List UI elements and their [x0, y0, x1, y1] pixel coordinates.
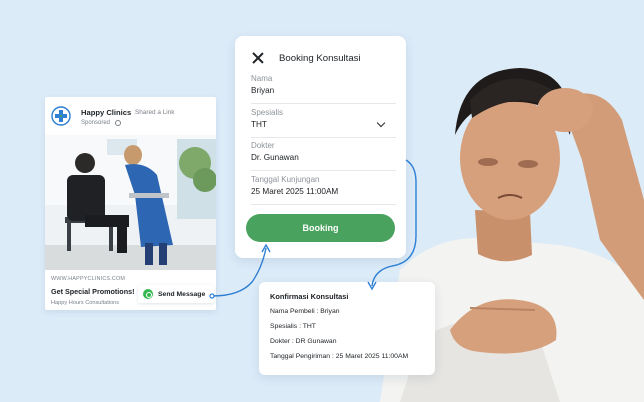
ad-subtitle: Happy Hours Consultations — [51, 300, 120, 306]
confirmation-line: Nama Pembeli : Briyan — [270, 308, 340, 315]
ad-brand-name[interactable]: Happy Clinics — [81, 108, 131, 117]
name-field[interactable]: Nama Briyan — [251, 74, 396, 104]
booking-form-card: Booking Konsultasi Nama Briyan Spesialis… — [235, 36, 406, 258]
ad-shared-label: Shared a Link — [135, 108, 175, 116]
name-field-value: Briyan — [251, 86, 275, 95]
ad-clinic-photo[interactable] — [45, 135, 216, 270]
close-icon[interactable] — [252, 52, 264, 64]
confirmation-card: Konfirmasi Konsultasi Nama Pembeli : Bri… — [259, 282, 435, 375]
confirmation-line: Dokter : DR Gunawan — [270, 338, 337, 345]
confirmation-line: Tanggal Pengiriman : 25 Maret 2025 11:00… — [270, 353, 409, 360]
whatsapp-icon — [143, 289, 153, 299]
name-field-label: Nama — [251, 74, 273, 83]
ad-sponsored-label: Sponsored — [81, 120, 111, 126]
confirmation-line: Spesialis : THT — [270, 323, 316, 330]
doctor-field[interactable]: Dokter Dr. Gunawan — [251, 141, 396, 171]
doctor-field-value: Dr. Gunawan — [251, 153, 299, 162]
specialist-select-value: THT — [251, 120, 267, 129]
chevron-down-icon[interactable] — [376, 118, 386, 128]
booking-button[interactable]: Booking — [246, 214, 395, 242]
send-message-button[interactable]: Send Message — [138, 285, 214, 303]
specialist-select-label: Spesialis — [251, 108, 284, 117]
visit-date-field-value: 25 Maret 2025 11:00AM — [251, 187, 339, 196]
send-message-label: Send Message — [158, 290, 206, 298]
medical-cross-icon — [51, 106, 71, 126]
visit-date-field[interactable]: Tanggal Kunjungan 25 Maret 2025 11:00AM — [251, 175, 396, 205]
ad-promo-headline: Get Special Promotions! — [51, 287, 135, 296]
doctor-field-label: Dokter — [251, 141, 275, 150]
ad-url: WWW.HAPPYCLINICS.COM — [51, 276, 126, 282]
visit-date-field-label: Tanggal Kunjungan — [251, 175, 320, 184]
facebook-ad-card: Happy Clinics Shared a Link Sponsored WW… — [45, 97, 216, 310]
booking-title: Booking Konsultasi — [279, 53, 361, 64]
ad-header: Happy Clinics Shared a Link Sponsored — [51, 103, 211, 133]
specialist-select[interactable]: Spesialis THT — [251, 108, 396, 138]
globe-icon — [115, 120, 121, 126]
confirmation-title: Konfirmasi Konsultasi — [270, 292, 349, 301]
